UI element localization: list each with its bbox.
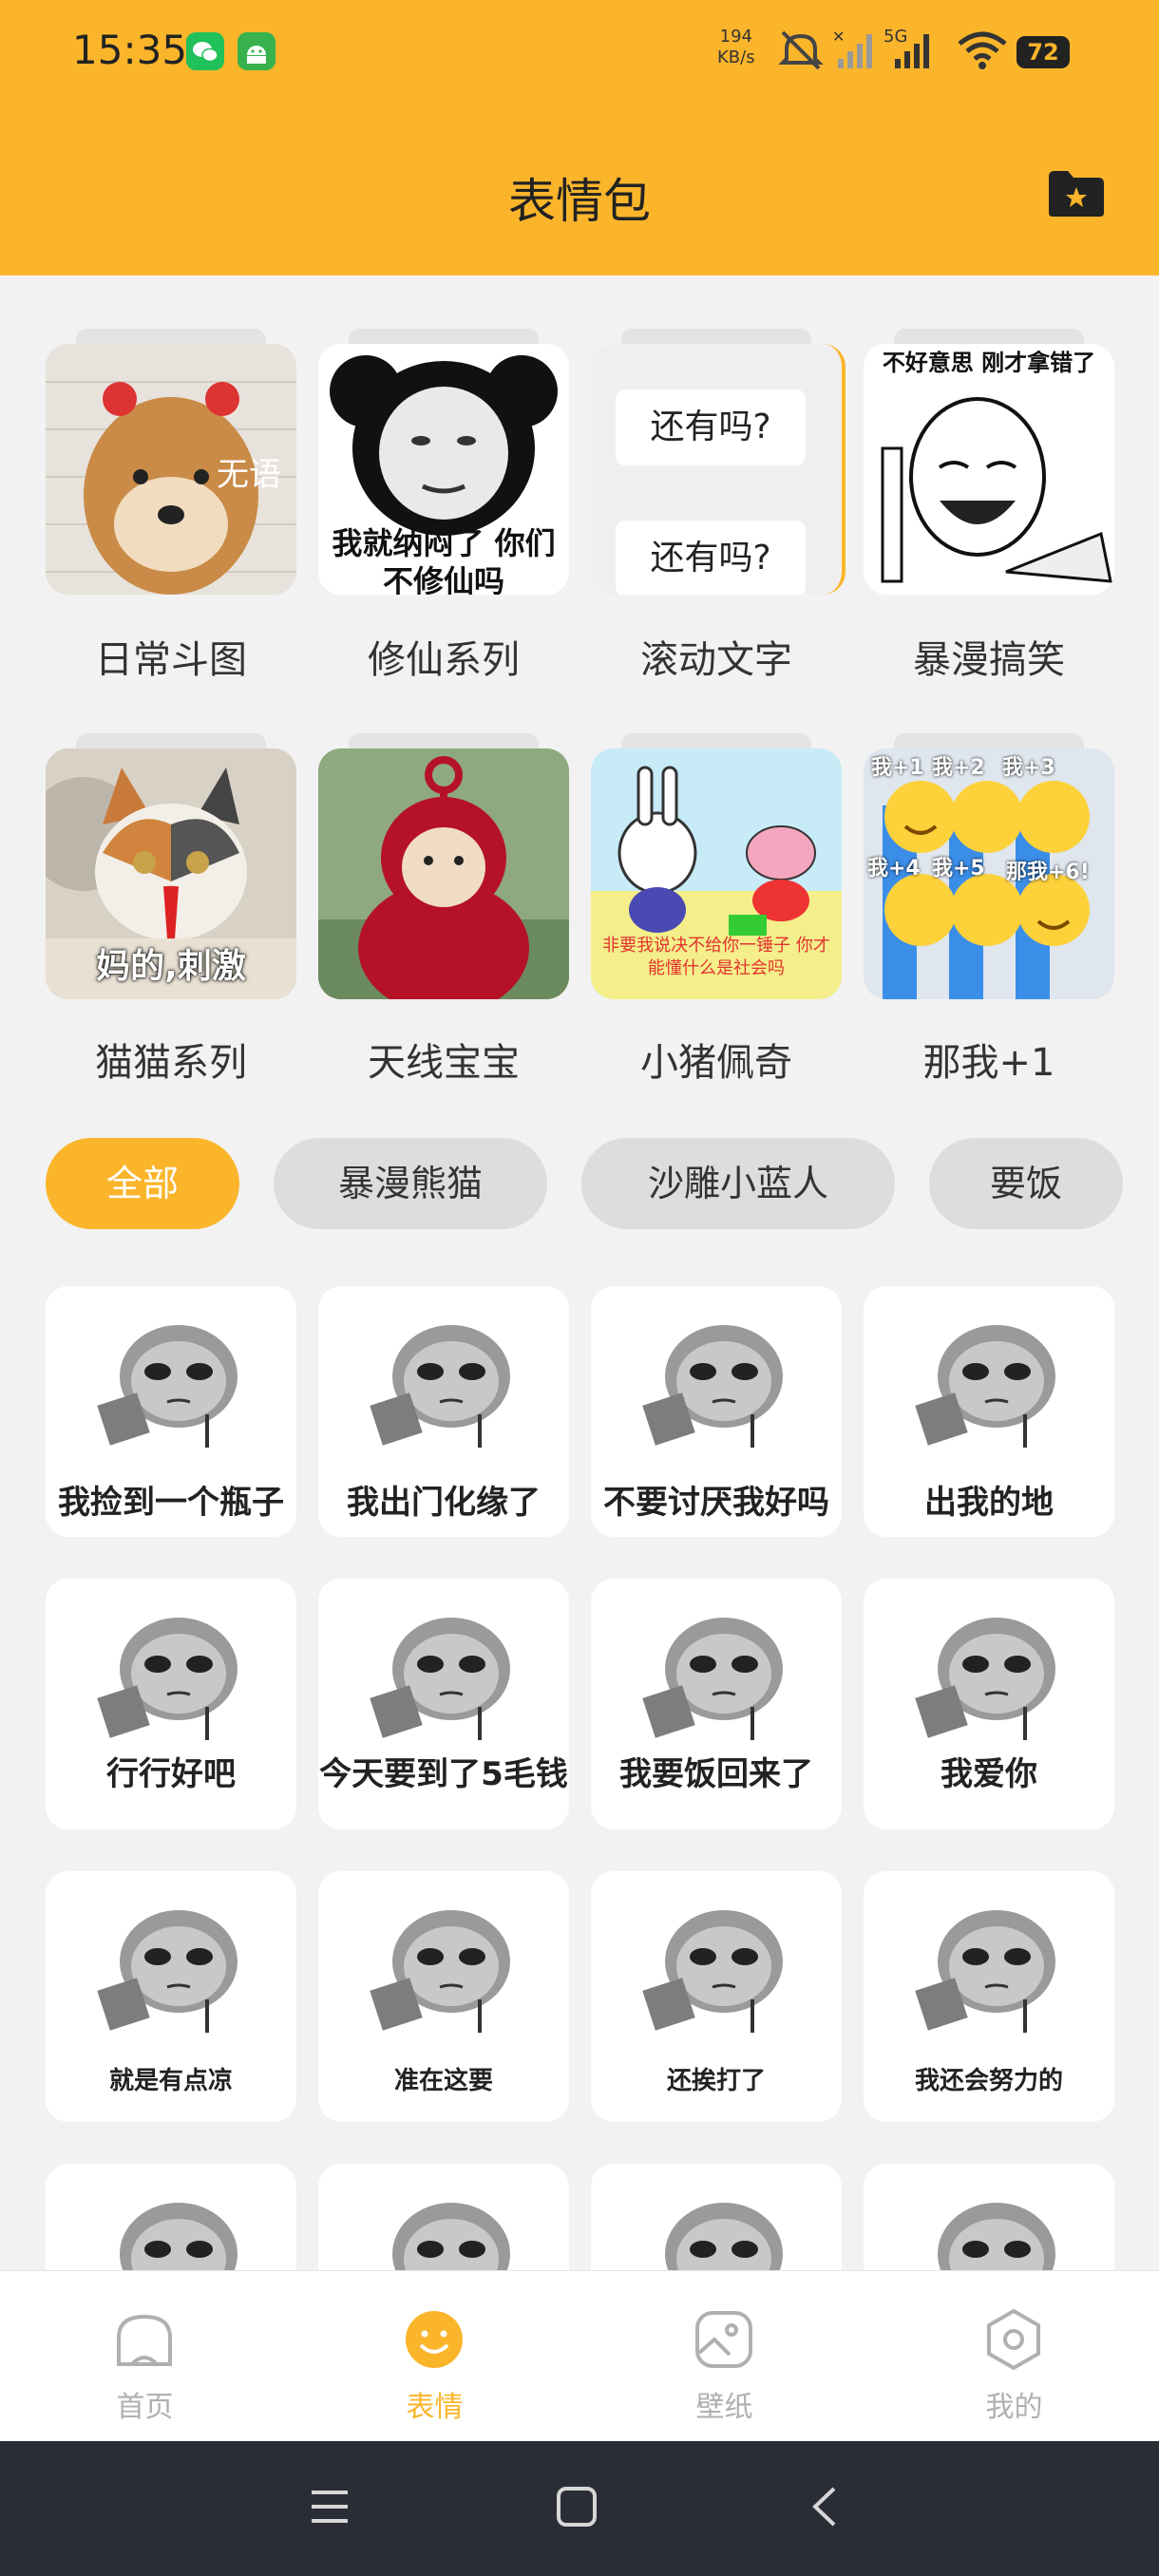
category-cultivation[interactable]: 我就纳闷了 你们不修仙吗 [318, 329, 569, 595]
chip-rage-panda[interactable]: 暴漫熊猫 [274, 1138, 547, 1229]
mute-icon [778, 30, 824, 70]
status-time: 15:35 [72, 27, 188, 73]
sticker-caption: 行行好吧 [106, 1755, 236, 1793]
sticker-item[interactable]: 我要饭回来了 [591, 1579, 842, 1829]
sticker-item[interactable]: 出我的地 [864, 1286, 1114, 1537]
wechat-icon [186, 32, 224, 70]
menu-icon[interactable] [308, 2485, 352, 2529]
category-overlay-text: 我就纳闷了 你们不修仙吗 [332, 525, 556, 595]
category-overlay-text: 无语 [217, 456, 281, 494]
category-image [318, 748, 569, 999]
wifi-icon [958, 31, 1007, 69]
category-peppa-pig[interactable]: 非要我说决不给你一锤子 你才能懂什么是社会吗 [591, 733, 842, 999]
category-image: 非要我说决不给你一锤子 你才能懂什么是社会吗 [591, 748, 842, 999]
sticker-item[interactable]: 我出门化缘了 [318, 1286, 569, 1537]
category-image: 不好意思 刚才拿错了 [864, 344, 1114, 595]
back-icon[interactable] [804, 2485, 847, 2529]
sticker-caption: 我要饭回来了 [619, 1755, 813, 1793]
plus-text: 我+1 [871, 756, 924, 780]
signal-1-icon: ✕ [832, 28, 872, 68]
nav-stickers[interactable]: 表情 [290, 2271, 580, 2442]
chip-all[interactable]: 全部 [46, 1138, 239, 1229]
category-cats[interactable]: 妈的,刺激 [46, 733, 296, 999]
network-speed: 194 KB/s [717, 27, 755, 68]
chat-bubble: 还有吗? [616, 389, 806, 465]
system-navigation-bar [0, 2441, 1159, 2576]
home-square-icon[interactable] [555, 2485, 598, 2529]
category-label[interactable]: 暴漫搞笑 [864, 629, 1114, 684]
app-header: 15:35 194 KB/s ✕ 5G 72 表情包 [0, 0, 1159, 275]
sticker-caption: 我出门化缘了 [347, 1484, 541, 1522]
category-label[interactable]: 天线宝宝 [318, 1032, 569, 1087]
category-label[interactable]: 那我+1 [864, 1032, 1114, 1087]
chip-silly-blue-man[interactable]: 沙雕小蓝人 [581, 1138, 895, 1229]
category-label[interactable]: 猫猫系列 [46, 1032, 296, 1087]
status-bar: 15:35 194 KB/s ✕ 5G 72 [0, 0, 1159, 104]
sticker-item[interactable]: 就是有点凉 [46, 1871, 296, 2122]
nav-profile[interactable]: 我的 [869, 2271, 1159, 2442]
page-title: 表情包 [508, 174, 651, 229]
nav-label: 壁纸 [695, 2391, 753, 2424]
net-speed-unit: KB/s [717, 47, 755, 67]
sticker-caption: 还挨打了 [666, 2067, 766, 2095]
sticker-caption: 准在这要 [393, 2067, 493, 2095]
android-icon [238, 32, 276, 70]
svg-text:✕: ✕ [832, 28, 845, 46]
category-teletubbies[interactable] [318, 733, 569, 999]
sticker-caption: 我爱你 [940, 1755, 1037, 1793]
chip-begging[interactable]: 要饭 [929, 1138, 1123, 1229]
sticker-item[interactable]: 我爱你 [864, 1579, 1114, 1829]
nav-wallpaper[interactable]: 壁纸 [580, 2271, 869, 2442]
category-image: 无语 [46, 344, 296, 595]
sticker-item[interactable]: 准在这要 [318, 1871, 569, 2122]
category-daily-battle[interactable]: 无语 [46, 329, 296, 595]
nav-label: 首页 [116, 2391, 174, 2424]
nav-home[interactable]: 首页 [0, 2271, 290, 2442]
chat-bubble: 还有吗? [616, 521, 806, 595]
sticker-caption: 不要讨厌我好吗 [603, 1484, 829, 1522]
category-image: 我就纳闷了 你们不修仙吗 [318, 344, 569, 595]
sticker-item[interactable]: 我捡到一个瓶子 [46, 1286, 296, 1537]
sticker-item[interactable]: 不要讨厌我好吗 [591, 1286, 842, 1537]
sticker-item[interactable]: 今天要到了5毛钱 [318, 1579, 569, 1829]
category-rage-comic[interactable]: 不好意思 刚才拿错了 [864, 329, 1114, 595]
plus-text: 我+2 [932, 756, 985, 780]
category-label[interactable]: 小猪佩奇 [591, 1032, 842, 1087]
category-image: 我+1 我+2 我+3 我+4 我+5 那我+6! [864, 748, 1114, 999]
category-label[interactable]: 滚动文字 [591, 629, 842, 684]
category-me-plus-one[interactable]: 我+1 我+2 我+3 我+4 我+5 那我+6! [864, 733, 1114, 999]
sticker-caption: 出我的地 [924, 1484, 1054, 1522]
wallpaper-icon [695, 2311, 752, 2368]
sticker-caption: 我捡到一个瓶子 [58, 1484, 284, 1522]
category-image: 还有吗? 还有吗? [591, 344, 846, 595]
sticker-caption: 我还会努力的 [914, 2067, 1063, 2095]
smile-icon [406, 2311, 463, 2368]
category-overlay-text: 妈的,刺激 [96, 947, 246, 986]
sticker-caption: 今天要到了5毛钱 [319, 1755, 568, 1793]
category-scrolling-text[interactable]: 还有吗? 还有吗? [591, 329, 846, 595]
home-icon [117, 2314, 172, 2366]
nav-label: 表情 [406, 2391, 464, 2424]
signal-2-icon [895, 34, 929, 68]
sticker-item[interactable]: 行行好吧 [46, 1579, 296, 1829]
sticker-caption: 就是有点凉 [108, 2067, 233, 2095]
category-overlay-text: 不好意思 刚才拿错了 [882, 350, 1096, 376]
bottom-navigation: 首页 表情 壁纸 我的 [0, 2270, 1159, 2442]
category-image: 妈的,刺激 [46, 748, 296, 999]
sticker-item[interactable]: 还挨打了 [591, 1871, 842, 2122]
plus-text: 我+5 [932, 857, 985, 881]
profile-icon [987, 2308, 1040, 2371]
category-label[interactable]: 日常斗图 [46, 629, 296, 684]
plus-text: 我+3 [1002, 756, 1055, 780]
favorites-folder-icon[interactable] [1047, 169, 1106, 218]
net-speed-value: 194 [719, 27, 752, 47]
sticker-item[interactable]: 我还会努力的 [864, 1871, 1114, 2122]
category-label[interactable]: 修仙系列 [318, 629, 569, 684]
plus-text: 我+4 [867, 857, 921, 881]
plus-text: 那我+6! [1006, 861, 1090, 884]
battery-level: 72 [1016, 36, 1070, 68]
nav-label: 我的 [985, 2391, 1043, 2424]
category-overlay-text: 非要我说决不给你一锤子 你才能懂什么是社会吗 [602, 936, 830, 978]
